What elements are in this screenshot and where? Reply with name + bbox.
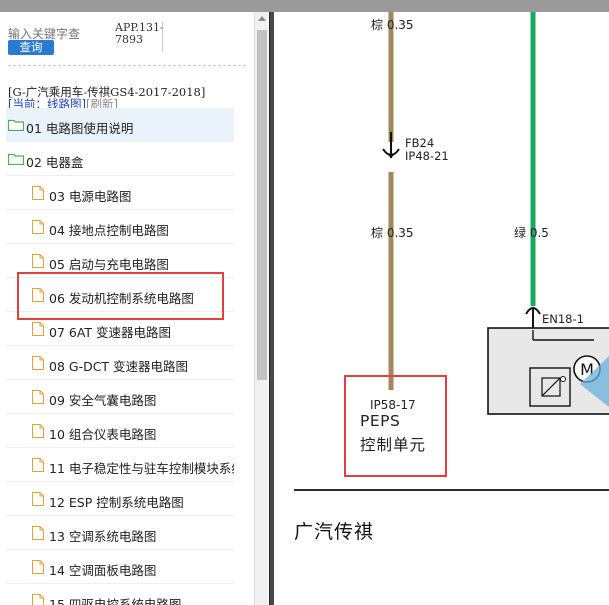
tree-item-label: 08 G-DCT 变速器电路图 <box>49 359 189 374</box>
wire-label-brown-mid: 棕 0.35 <box>371 226 414 240</box>
tree-item-label: 01 电路图使用说明 <box>26 121 134 136</box>
connector-en18-label: EN18-1 <box>542 312 584 326</box>
tree-item-label: 11 电子稳定性与驻车控制模块系统电 <box>49 461 234 476</box>
scroll-up-arrow-icon[interactable] <box>258 16 266 21</box>
tree-item-label: 10 组合仪表电路图 <box>49 427 157 442</box>
folder-icon <box>8 153 24 165</box>
document-icon <box>32 390 44 404</box>
tree-item-label: 12 ESP 控制系统电路图 <box>49 495 184 510</box>
tree-scrollbar[interactable] <box>254 12 268 605</box>
tree-file-item[interactable]: 12 ESP 控制系统电路图 <box>6 482 234 516</box>
tree-file-item[interactable]: 14 空调面板电路图 <box>6 550 234 584</box>
document-icon <box>32 322 44 336</box>
circuit-diagram-tree: 01 电路图使用说明 02 电器盒 03 电源电路图 04 接地点控制电路图 05 启动… <box>6 108 234 605</box>
document-icon <box>32 560 44 574</box>
highlight-box-engine-control <box>17 272 224 320</box>
tree-file-item[interactable]: 10 组合仪表电路图 <box>6 414 234 448</box>
peps-component-unit: 控制单元 <box>360 436 427 454</box>
fb24-connector-pin <box>388 152 394 158</box>
document-icon <box>32 526 44 540</box>
sensor-box <box>529 367 571 407</box>
app-id-label: APP.131-7893 <box>115 21 164 46</box>
tree-item-label: 07 6AT 变速器电路图 <box>49 325 172 340</box>
peps-component-name: PEPS <box>360 412 401 430</box>
document-icon <box>32 492 44 506</box>
document-icon <box>32 186 44 200</box>
wiring-diagram-view[interactable]: M 棕 0.35 FB24 IP48-21 棕 0.35 绿 0.5 EN18-… <box>274 12 609 605</box>
document-icon <box>32 220 44 234</box>
search-separator <box>162 22 163 52</box>
document-icon <box>32 254 44 268</box>
tree-file-item[interactable]: 11 电子稳定性与驻车控制模块系统电 <box>6 448 234 482</box>
tree-item-label: 04 接地点控制电路图 <box>49 223 169 238</box>
tree-folder-item[interactable]: 01 电路图使用说明 <box>6 108 234 142</box>
document-icon <box>32 424 44 438</box>
tree-item-label: 09 安全气囊电路图 <box>49 393 157 408</box>
connector-ip48-label: IP48-21 <box>405 149 449 163</box>
document-icon <box>32 594 44 605</box>
tree-item-label: 15 四驱电控系统电路图 <box>49 597 182 605</box>
sensor-node <box>560 376 566 382</box>
folder-icon <box>8 119 24 131</box>
peps-pin-label: IP58-17 <box>370 398 416 412</box>
tree-item-label: 05 启动与充电电路图 <box>49 257 169 272</box>
document-icon <box>32 356 44 370</box>
tree-file-item[interactable]: 09 安全气囊电路图 <box>6 380 234 414</box>
document-icon <box>32 458 44 472</box>
wire-label-green: 绿 0.5 <box>514 226 549 240</box>
tree-item-label: 14 空调面板电路图 <box>49 563 157 578</box>
tree-scrollbar-thumb[interactable] <box>257 30 267 380</box>
tree-item-label: 02 电器盒 <box>26 155 84 170</box>
tree-file-item[interactable]: 04 接地点控制电路图 <box>6 210 234 244</box>
tree-file-item[interactable]: 08 G-DCT 变速器电路图 <box>6 346 234 380</box>
wire-label-brown-top: 棕 0.35 <box>371 18 414 32</box>
tree-item-label: 03 电源电路图 <box>49 189 132 204</box>
brand-footer-label: 广汽传祺 <box>294 521 375 543</box>
tree-file-item[interactable]: 13 空调系统电路图 <box>6 516 234 550</box>
window-top-strip <box>0 0 609 12</box>
tree-file-item[interactable]: 15 四驱电控系统电路图 <box>6 584 234 605</box>
tree-file-item[interactable]: 03 电源电路图 <box>6 176 234 210</box>
search-button[interactable]: 查询 <box>8 40 54 55</box>
tree-folder-item[interactable]: 02 电器盒 <box>6 142 234 176</box>
dashed-divider <box>8 65 246 66</box>
tree-item-label: 13 空调系统电路图 <box>49 529 157 544</box>
